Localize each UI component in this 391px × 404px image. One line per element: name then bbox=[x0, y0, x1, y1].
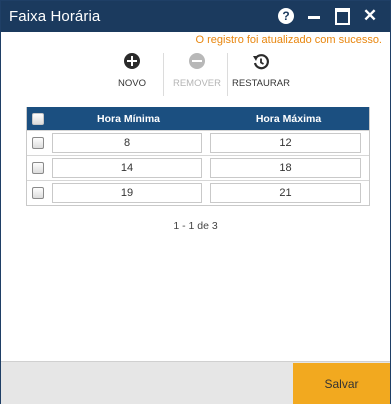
save-button[interactable]: Salvar bbox=[293, 363, 390, 404]
help-button[interactable]: ? bbox=[277, 7, 295, 25]
toolbar-divider bbox=[227, 53, 228, 96]
column-header-hora-maxima[interactable]: Hora Máxima bbox=[208, 113, 369, 125]
select-all-checkbox[interactable] bbox=[32, 112, 44, 125]
data-grid: Hora Mínima Hora Máxima 8 12 14 18 19 21 bbox=[26, 107, 370, 206]
novo-button[interactable]: NOVO bbox=[102, 53, 162, 89]
minimize-icon bbox=[308, 15, 320, 19]
table-row: 14 18 bbox=[27, 155, 369, 180]
toolbar-divider bbox=[163, 53, 164, 96]
minimize-button[interactable] bbox=[305, 7, 323, 25]
status-message: O registro foi atualizado com sucesso. bbox=[195, 34, 382, 46]
remover-button[interactable]: REMOVER bbox=[167, 53, 227, 89]
hora-maxima-input[interactable]: 21 bbox=[210, 183, 361, 203]
dialog-window: Faixa Horária ? ✕ O registro foi atualiz… bbox=[0, 0, 391, 404]
remover-label: REMOVER bbox=[172, 78, 222, 89]
minus-circle-icon bbox=[188, 53, 206, 71]
hora-minima-input[interactable]: 8 bbox=[52, 133, 202, 153]
plus-circle-icon bbox=[123, 53, 141, 71]
restaurar-button[interactable]: RESTAURAR bbox=[231, 53, 291, 89]
hora-minima-input[interactable]: 19 bbox=[52, 183, 202, 203]
maximize-icon bbox=[334, 7, 350, 25]
table-row: 19 21 bbox=[27, 180, 369, 205]
grid-header: Hora Mínima Hora Máxima bbox=[27, 107, 369, 130]
row-checkbox[interactable] bbox=[32, 162, 44, 174]
novo-label: NOVO bbox=[118, 78, 146, 89]
dialog-footer: Salvar bbox=[1, 361, 390, 404]
restaurar-label: RESTAURAR bbox=[232, 78, 290, 89]
history-icon bbox=[252, 53, 270, 71]
table-row: 8 12 bbox=[27, 130, 369, 155]
window-title: Faixa Horária bbox=[9, 8, 101, 25]
row-checkbox[interactable] bbox=[32, 187, 44, 199]
pager-info: 1 - 1 de 3 bbox=[173, 220, 218, 232]
column-header-hora-minima[interactable]: Hora Mínima bbox=[49, 113, 208, 125]
maximize-button[interactable] bbox=[333, 7, 351, 25]
close-icon: ✕ bbox=[362, 6, 378, 25]
hora-maxima-input[interactable]: 18 bbox=[210, 158, 361, 178]
help-icon: ? bbox=[278, 8, 294, 24]
row-checkbox[interactable] bbox=[32, 137, 44, 149]
title-bar[interactable]: Faixa Horária ? ✕ bbox=[1, 1, 390, 32]
close-button[interactable]: ✕ bbox=[361, 6, 379, 25]
hora-maxima-input[interactable]: 12 bbox=[210, 133, 361, 153]
toolbar: NOVO REMOVER RESTAURAR bbox=[1, 53, 390, 96]
hora-minima-input[interactable]: 14 bbox=[52, 158, 202, 178]
